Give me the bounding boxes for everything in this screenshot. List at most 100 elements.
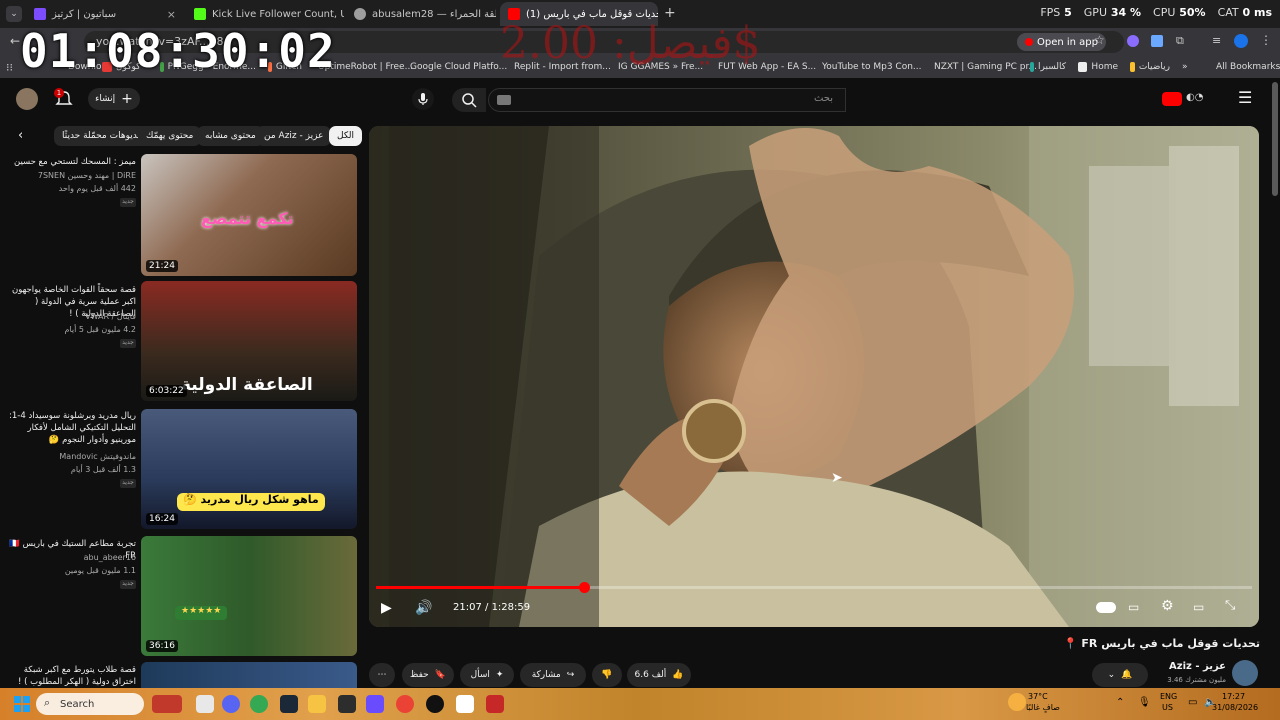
keyboard-icon[interactable] — [497, 95, 511, 105]
extensions-puzzle-icon[interactable]: ⧉ — [1176, 34, 1184, 48]
theater-mode-button[interactable]: ▭ — [1193, 600, 1204, 614]
discord-icon[interactable] — [222, 695, 240, 713]
dislike-button[interactable]: 👎 — [592, 663, 622, 687]
search-button[interactable] — [452, 88, 486, 112]
obs-icon[interactable] — [426, 695, 444, 713]
bookmark-item[interactable]: YouTube to Mp3 Con... — [812, 62, 924, 72]
recommendation-channel[interactable]: abu_abeer16 — [4, 552, 136, 563]
bookmark-star-icon[interactable]: ☆ — [1094, 33, 1105, 47]
fps-label: FPS — [1040, 6, 1061, 19]
recommendation-title[interactable]: ريال مدريد وبرشلونة سوسيداد 4-1: التحليل… — [4, 410, 136, 446]
tab-close-icon[interactable]: × — [167, 8, 176, 21]
browser-tab[interactable]: سباتيون | كرتيز × — [26, 2, 184, 26]
bookmark-item[interactable]: Home — [1072, 62, 1124, 72]
ask-button[interactable]: اسأل ✦ — [460, 663, 514, 687]
channel-name[interactable]: Aziz - عزيز — [1146, 661, 1226, 672]
create-button[interactable]: إنشاء + — [88, 88, 140, 110]
app-icon[interactable] — [338, 695, 356, 713]
bookmark-item[interactable]: Google Cloud Platfo... — [400, 62, 507, 72]
channel-avatar[interactable] — [1232, 660, 1258, 686]
tab-label: Kick Live Follower Count, Updat... — [212, 8, 344, 20]
app-icon[interactable] — [486, 695, 504, 713]
browser-tab[interactable]: Kick Live Follower Count, Updat... × — [186, 2, 344, 26]
progress-scrubber[interactable] — [578, 582, 590, 593]
bookmark-item[interactable]: NZXT | Gaming PC pr... — [924, 62, 1037, 72]
chip-for-you[interactable]: محتوى يهمّك — [138, 126, 202, 146]
youtube-logo-icon[interactable] — [1162, 92, 1182, 106]
back-arrow-icon[interactable]: ← — [10, 34, 20, 48]
media-control-icon[interactable]: ≡ — [1212, 34, 1221, 47]
video-player[interactable]: ➤ ▶ 🔊 ▭ ⚙ ▭ ⤡ — [369, 126, 1259, 627]
all-bookmarks-button[interactable]: All Bookmarks — [1206, 62, 1280, 72]
chip-related[interactable]: محتوى مشابه — [197, 126, 264, 146]
youtube-icon — [1025, 38, 1033, 46]
recommendation-channel[interactable]: DiRE | مهند وحسين 7SNEN — [4, 170, 136, 181]
more-actions-button[interactable]: ⋯ — [369, 663, 395, 687]
tab-favicon-icon — [34, 8, 46, 20]
tab-search-button[interactable]: ⌄ — [6, 6, 22, 22]
share-button[interactable]: مشاركة ↪ — [520, 663, 586, 687]
profile-avatar[interactable] — [1234, 34, 1248, 48]
autoplay-toggle[interactable] — [1096, 602, 1116, 613]
bookmark-item[interactable]: رياضيات — [1124, 62, 1176, 72]
hamburger-menu-icon[interactable]: ☰ — [1238, 88, 1252, 107]
save-button[interactable]: حفظ 🔖 — [402, 663, 454, 687]
progress-fill — [376, 586, 584, 589]
extension-icon[interactable] — [1127, 35, 1139, 47]
steam-icon[interactable] — [280, 695, 298, 713]
taskbar-app-icon[interactable] — [152, 695, 182, 713]
task-view-icon[interactable] — [196, 695, 214, 713]
clock-date: 31/08/2026 — [1212, 703, 1259, 712]
logo-decoration-icon: ◐◔ — [1186, 92, 1204, 103]
voice-search-button[interactable] — [412, 88, 434, 110]
extension-icon[interactable] — [1151, 35, 1163, 47]
taskbar-search-input[interactable]: ⌕ Search — [36, 693, 144, 715]
file-explorer-icon[interactable] — [308, 695, 326, 713]
recommendation-channel[interactable]: ماندوفيتش Mandovic — [4, 451, 136, 462]
recommendation-thumbnail[interactable]: ★★★★★ 36:16 — [141, 536, 357, 656]
progress-bar[interactable] — [376, 582, 1252, 593]
microphone-icon[interactable]: 🎙 — [1138, 697, 1151, 708]
recommendation-title[interactable]: قصة طلاب يتورط مع اكبر شبكة اختراق دولية… — [4, 664, 136, 688]
app-icon[interactable] — [366, 695, 384, 713]
bookmark-item[interactable]: كالسبرا — [1024, 62, 1072, 72]
recommendation-thumbnail[interactable] — [141, 662, 357, 688]
app-icon[interactable] — [456, 695, 474, 713]
recommendation-channel[interactable]: فاينال / VWAR — [4, 311, 136, 322]
tab-favicon-icon — [354, 8, 366, 20]
page-scrollbar[interactable] — [1272, 82, 1278, 196]
weather-icon[interactable] — [1008, 693, 1026, 711]
plus-icon: + — [121, 91, 133, 107]
recommendation-title[interactable]: ميمز : المسحك لتستحي مع حسين — [4, 156, 136, 168]
chrome-icon[interactable] — [396, 695, 414, 713]
play-button[interactable]: ▶ — [381, 600, 392, 616]
open-in-app-button[interactable]: Open in app — [1017, 33, 1107, 51]
subscribed-button[interactable]: ⌄ 🔔 — [1092, 663, 1148, 687]
chip-from-channel[interactable]: من Aziz - عزيز — [256, 126, 332, 146]
settings-gear-icon[interactable]: ⚙ — [1161, 598, 1174, 614]
clock-time[interactable]: 17:27 — [1222, 692, 1245, 701]
search-input[interactable]: بحث — [488, 88, 846, 112]
chips-scroll-left-icon[interactable]: ‹ — [18, 128, 23, 143]
like-button[interactable]: 6.6 ألف 👍 — [627, 663, 691, 687]
browser-menu-icon[interactable]: ⋮ — [1260, 33, 1272, 47]
input-language[interactable]: ENG — [1160, 692, 1177, 701]
chrome-icon[interactable] — [250, 695, 268, 713]
subtitles-button[interactable]: ▭ — [1128, 600, 1139, 614]
recommendation-thumbnail[interactable]: تكمع تتمصع 21:24 — [141, 154, 357, 276]
volume-button[interactable]: 🔊 — [415, 600, 432, 616]
cpu-label: CPU — [1153, 6, 1176, 19]
cat-label: CAT — [1217, 6, 1239, 19]
chip-all[interactable]: الكل — [329, 126, 363, 146]
recommendation-thumbnail[interactable]: ماهو شكل ريال مدريد 🤔 16:24 — [141, 409, 357, 529]
thumbnail-overlay-text: الصاعقة الدولية — [181, 375, 313, 395]
bookmarks-overflow-icon[interactable]: » — [1176, 62, 1206, 72]
fullscreen-button[interactable]: ⤡ — [1225, 598, 1235, 613]
windows-start-icon[interactable] — [14, 696, 30, 712]
browser-tab[interactable]: abusalem28 — المنطقة الحمراء × — [346, 2, 496, 26]
user-avatar[interactable] — [16, 88, 38, 110]
recommendation-thumbnail[interactable]: الصاعقة الدولية 6:03:22 — [141, 281, 357, 401]
tray-chevron-icon[interactable]: ⌃ — [1116, 697, 1124, 708]
network-icon[interactable]: ▭ — [1188, 697, 1197, 708]
all-bookmarks-label: All Bookmarks — [1216, 62, 1280, 72]
